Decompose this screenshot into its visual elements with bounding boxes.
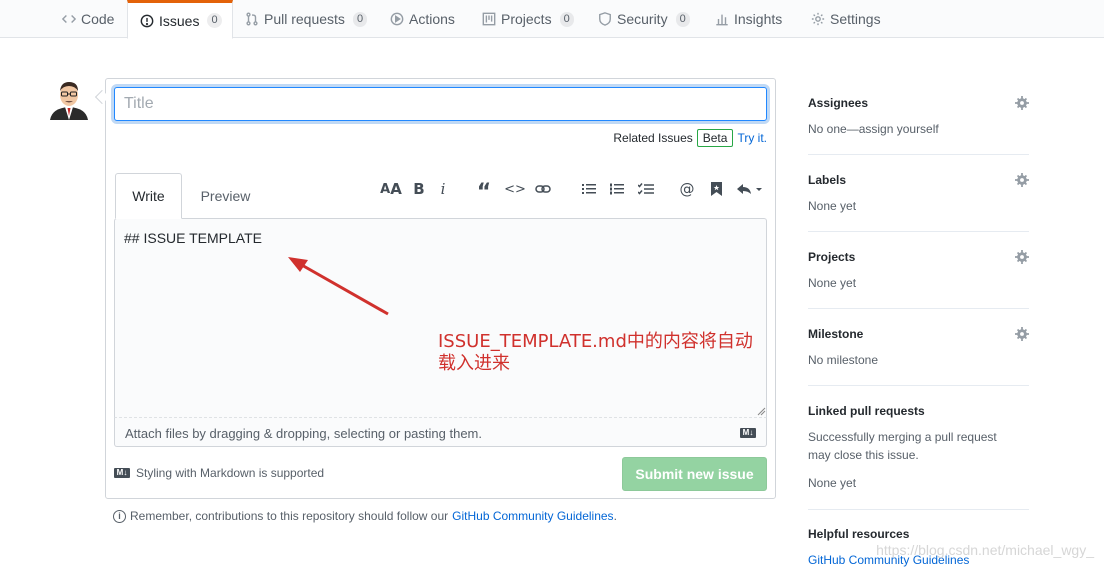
watermark: https://blog.csdn.net/michael_wgy_ [876, 542, 1094, 558]
gear-icon [811, 12, 825, 26]
header-icon[interactable]: AA [380, 180, 402, 198]
tab-actions[interactable]: Actions [390, 0, 455, 38]
tab-security-count: 0 [675, 11, 690, 27]
annotation-line-1: ISSUE_TEMPLATE.md中的内容将自动 [438, 331, 753, 352]
projects-text: None yet [808, 276, 857, 290]
related-issues-label: Related Issues [613, 131, 693, 145]
markdown-icon: M↓ [740, 428, 756, 438]
avatar-image [48, 78, 90, 120]
play-icon [390, 12, 404, 26]
tab-issues-count: 0 [207, 13, 222, 28]
linked-text-1: Successfully merging a pull request may … [808, 430, 997, 462]
tab-pull-requests-count: 0 [352, 11, 368, 27]
git-pull-request-icon [246, 12, 258, 26]
try-it-link[interactable]: Try it. [737, 131, 767, 145]
sidebar-projects: Projects None yet [808, 250, 1029, 309]
tab-pull-requests-label: Pull requests [264, 11, 345, 27]
avatar[interactable] [48, 78, 90, 120]
graph-icon [716, 14, 728, 26]
resize-handle-icon[interactable] [756, 406, 766, 416]
linked-text-2: None yet [808, 476, 857, 490]
tab-pull-requests[interactable]: Pull requests 0 [245, 0, 368, 38]
labels-gear-icon[interactable] [1015, 173, 1029, 187]
milestone-heading: Milestone [808, 327, 864, 341]
tab-code-label: Code [81, 11, 115, 27]
markdown-note-text: Styling with Markdown is supported [136, 466, 325, 480]
labels-heading: Labels [808, 173, 847, 187]
tab-insights[interactable]: Insights [715, 0, 782, 38]
tab-actions-label: Actions [409, 11, 455, 27]
assignees-heading: Assignees [808, 96, 869, 110]
markdown-note-icon: M↓ [114, 468, 130, 478]
tab-security-label: Security [617, 11, 668, 27]
tab-security[interactable]: Security 0 [598, 0, 690, 38]
milestone-gear-icon[interactable] [1015, 327, 1029, 341]
markdown-note[interactable]: M↓ Styling with Markdown is supported [114, 466, 324, 480]
guidelines-suffix: . [613, 509, 617, 523]
contribution-guidelines-note: i Remember, contributions to this reposi… [113, 509, 617, 523]
assignees-text[interactable]: No one—assign yourself [808, 120, 1029, 138]
task-list-icon[interactable] [637, 180, 655, 198]
linked-heading: Linked pull requests [808, 404, 925, 418]
submit-new-issue-button[interactable]: Submit new issue [622, 457, 767, 491]
tab-settings-label: Settings [830, 11, 881, 27]
tab-write[interactable]: Write [115, 173, 182, 219]
tab-issues[interactable]: Issues 0 [127, 0, 233, 39]
helpful-heading: Helpful resources [808, 527, 910, 541]
code-icon[interactable]: <> [504, 180, 526, 198]
sidebar-labels: Labels None yet [808, 173, 1029, 232]
projects-heading: Projects [808, 250, 856, 264]
tab-projects-count: 0 [559, 11, 574, 27]
annotation-line-2: 载入进来 [438, 353, 510, 374]
attach-files-area[interactable]: Attach files by dragging & dropping, sel… [114, 417, 767, 447]
italic-icon[interactable]: i [436, 180, 450, 198]
attach-files-hint: Attach files by dragging & dropping, sel… [125, 426, 482, 441]
tab-issues-label: Issues [159, 12, 200, 29]
tab-settings[interactable]: Settings [811, 0, 881, 38]
labels-text: None yet [808, 199, 857, 213]
quote-icon[interactable]: “ [475, 180, 493, 205]
unordered-list-icon[interactable] [581, 180, 597, 198]
sidebar-milestone: Milestone No milestone [808, 327, 1029, 386]
projects-gear-icon[interactable] [1015, 250, 1029, 264]
mention-icon[interactable]: @ [679, 180, 695, 198]
related-issues: Related Issues Beta Try it. [613, 129, 767, 147]
annotation-arrow [288, 257, 389, 316]
tab-code[interactable]: Code [62, 0, 114, 38]
annotation-text: ISSUE_TEMPLATE.md中的内容将自动 载入进来 [438, 331, 798, 375]
milestone-text: No milestone [808, 353, 879, 367]
tab-preview[interactable]: Preview [198, 173, 253, 219]
saved-reply-icon[interactable] [709, 180, 723, 198]
issue-body-textarea[interactable]: ## ISSUE TEMPLATE [114, 218, 767, 418]
tab-projects-label: Projects [501, 11, 552, 27]
ordered-list-icon[interactable] [609, 180, 625, 198]
assignees-gear-icon[interactable] [1015, 96, 1029, 110]
code-icon [62, 15, 76, 23]
sidebar-assignees: Assignees No one—assign yourself [808, 96, 1029, 155]
guidelines-link[interactable]: GitHub Community Guidelines [452, 509, 613, 523]
title-input[interactable] [114, 87, 767, 121]
bold-icon[interactable]: B [411, 180, 427, 198]
repo-nav: Code Issues 0 Pull requests 0 Actions Pr… [0, 0, 1104, 39]
link-icon[interactable] [534, 180, 552, 198]
issue-opened-icon [140, 14, 154, 27]
shield-icon [599, 12, 611, 26]
guidelines-prefix: Remember, contributions to this reposito… [130, 509, 449, 523]
tab-insights-label: Insights [734, 11, 783, 27]
beta-badge: Beta [696, 129, 734, 147]
sidebar-linked-pull-requests: Linked pull requests Successfully mergin… [808, 404, 1029, 510]
project-icon [482, 12, 496, 26]
tab-projects[interactable]: Projects 0 [482, 0, 574, 38]
info-icon: i [113, 509, 126, 523]
reply-icon[interactable] [736, 180, 764, 198]
